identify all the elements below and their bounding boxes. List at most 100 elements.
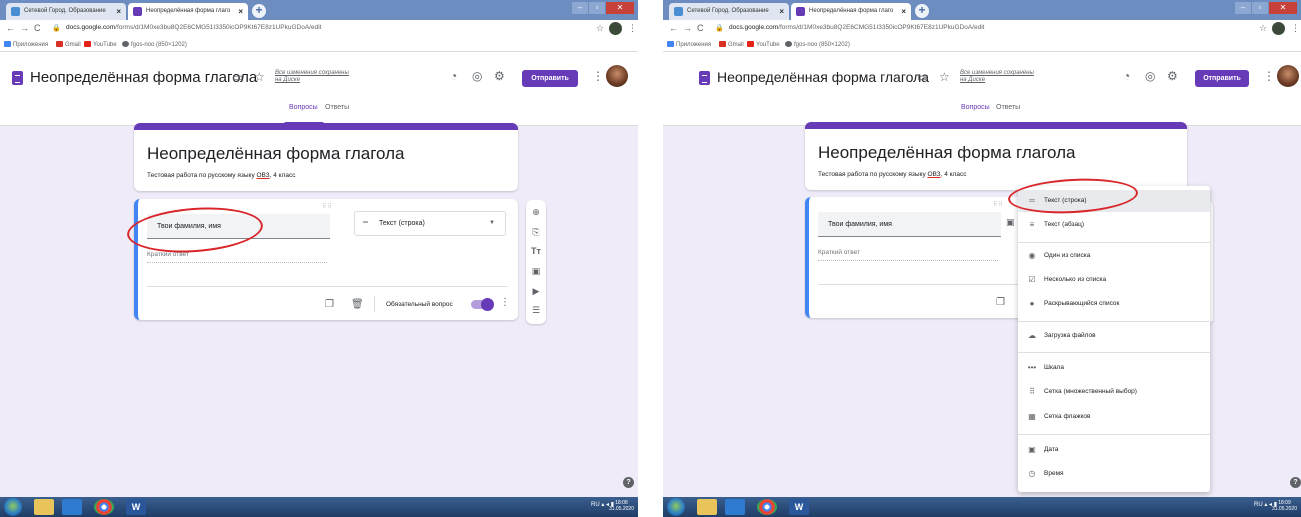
menu-item-paragraph[interactable]: ≡ Текст (абзац) (1018, 214, 1210, 236)
doc-title[interactable]: Неопределённая форма глагола (30, 69, 257, 86)
trash-icon[interactable]: 🗑 (351, 299, 364, 310)
avatar[interactable] (606, 65, 628, 87)
required-toggle[interactable] (471, 298, 494, 311)
form-description[interactable]: Тестовая работа по русскому языку ОВЗ, 4… (818, 171, 966, 178)
doc-title[interactable]: Неопределённая форма глагола (717, 69, 929, 85)
question-type-select[interactable]: ═ Текст (строка) ▼ (354, 211, 506, 236)
folder-icon[interactable]: ▭ (917, 70, 928, 84)
profile-icon[interactable] (609, 22, 622, 35)
bookmark-youtube[interactable]: YouTube (747, 41, 780, 48)
close-window-icon[interactable]: ✕ (1269, 2, 1297, 14)
browser-tab-forms[interactable]: Неопределённая форма глаго × (128, 3, 248, 20)
send-button[interactable]: Отправить (1195, 70, 1249, 87)
question-more-icon[interactable]: ⋮ (500, 297, 510, 308)
add-title-icon[interactable]: Tт (526, 246, 546, 256)
start-button-icon[interactable] (4, 498, 22, 516)
explorer-icon[interactable] (34, 499, 54, 515)
tab-answers[interactable]: Ответы (325, 104, 349, 111)
star-icon[interactable]: ☆ (254, 70, 265, 84)
bookmark-fgos[interactable]: fgos-noo (850×1202) (785, 41, 850, 48)
form-title[interactable]: Неопределённая форма глагола (818, 143, 1076, 163)
add-section-icon[interactable]: ☰ (526, 305, 546, 316)
menu-item-date[interactable]: ▣ Дата (1018, 439, 1210, 461)
drag-handle-icon[interactable]: ⠿⠿ (993, 201, 1004, 208)
help-icon[interactable]: ? (1290, 477, 1301, 488)
bookmark-star-icon[interactable]: ☆ (596, 23, 604, 34)
menu-item-dropdown[interactable]: ● Раскрывающийся список (1018, 293, 1210, 315)
browser-menu-icon[interactable]: ⋮ (628, 23, 637, 34)
minimize-icon[interactable]: – (572, 2, 588, 14)
minimize-icon[interactable]: – (1235, 2, 1251, 14)
new-tab-button[interactable]: + (915, 4, 929, 18)
preview-eye-icon[interactable]: ◎ (472, 69, 482, 83)
menu-item-checkboxes[interactable]: ☑ Несколько из списка (1018, 269, 1210, 291)
menu-item-time[interactable]: ◷ Время (1018, 463, 1210, 485)
bookmark-fgos[interactable]: fgos-noo (850×1202) (122, 41, 187, 48)
settings-gear-icon[interactable]: ⚙ (1167, 69, 1178, 83)
word-icon[interactable]: W (789, 499, 809, 515)
start-button-icon[interactable] (667, 498, 685, 516)
tab-answers[interactable]: Ответы (996, 104, 1020, 111)
close-tab-icon[interactable]: × (901, 3, 906, 20)
question-title-field[interactable]: Твои фамилия, имя (818, 212, 1001, 237)
palette-icon[interactable]: ◔ (1123, 69, 1130, 83)
close-tab-icon[interactable]: × (238, 3, 243, 20)
chrome-icon[interactable] (94, 499, 114, 515)
forward-icon[interactable]: → (683, 23, 692, 33)
forms-logo-icon[interactable] (699, 71, 710, 85)
more-options-icon[interactable]: ⋮ (1263, 69, 1275, 83)
url-text[interactable]: docs.google.com/forms/d/1M0xe3bu8Q2E6CMG… (66, 24, 321, 31)
reload-icon[interactable]: C (697, 23, 704, 33)
preview-eye-icon[interactable]: ◎ (1145, 69, 1155, 83)
add-image-icon[interactable]: ▣ (526, 266, 546, 277)
form-description[interactable]: Тестовая работа по русскому языку ОВЗ, 4… (147, 172, 295, 179)
duplicate-icon[interactable]: ❐ (996, 297, 1005, 308)
url-text[interactable]: docs.google.com/forms/d/1M0xe3bu8Q2E6CMG… (729, 24, 984, 31)
form-title-card[interactable]: Неопределённая форма глагола Тестовая ра… (805, 122, 1187, 190)
help-icon[interactable]: ? (623, 477, 634, 488)
explorer-icon[interactable] (697, 499, 717, 515)
add-image-icon[interactable]: ▣ (1006, 217, 1015, 228)
avatar[interactable] (1277, 65, 1299, 87)
browser-tab-forms[interactable]: Неопределённая форма глаго × (791, 3, 911, 20)
settings-gear-icon[interactable]: ⚙ (494, 69, 505, 83)
reload-icon[interactable]: C (34, 23, 41, 33)
back-icon[interactable]: ← (669, 23, 678, 33)
drag-handle-icon[interactable]: ⠿⠿ (322, 203, 333, 210)
form-title[interactable]: Неопределённая форма глагола (147, 144, 405, 164)
maximize-icon[interactable]: ▫ (589, 2, 605, 14)
send-button[interactable]: Отправить (522, 70, 578, 87)
bookmark-apps[interactable]: Приложения (667, 41, 711, 48)
maximize-icon[interactable]: ▫ (1252, 2, 1268, 14)
forward-icon[interactable]: → (20, 23, 29, 33)
bookmark-gmail[interactable]: Gmail (56, 41, 81, 48)
media-player-icon[interactable] (725, 499, 745, 515)
forms-logo-icon[interactable] (12, 71, 23, 85)
browser-tab-setevoy-gorod[interactable]: Сетевой Город. Образование × (6, 3, 126, 20)
browser-menu-icon[interactable]: ⋮ (1291, 23, 1300, 34)
menu-item-checkbox-grid[interactable]: ▦ Сетка флажков (1018, 406, 1210, 428)
bookmark-gmail[interactable]: Gmail (719, 41, 744, 48)
more-options-icon[interactable]: ⋮ (592, 69, 604, 83)
import-questions-icon[interactable]: ⎘ (526, 227, 546, 238)
bookmark-apps[interactable]: Приложения (4, 41, 48, 48)
chrome-icon[interactable] (757, 499, 777, 515)
media-player-icon[interactable] (62, 499, 82, 515)
add-question-icon[interactable]: ⊕ (526, 207, 546, 218)
add-video-icon[interactable]: ▶ (526, 286, 546, 297)
duplicate-icon[interactable]: ❐ (325, 299, 334, 310)
word-icon[interactable]: W (126, 499, 146, 515)
close-window-icon[interactable]: ✕ (606, 2, 634, 14)
bookmark-youtube[interactable]: YouTube (84, 41, 117, 48)
back-icon[interactable]: ← (6, 23, 15, 33)
menu-item-multiple-choice-grid[interactable]: ⠿ Сетка (множественный выбор) (1018, 381, 1210, 403)
palette-icon[interactable]: ◔ (450, 69, 457, 83)
new-tab-button[interactable]: + (252, 4, 266, 18)
menu-item-file-upload[interactable]: ☁ Загрузка файлов (1018, 325, 1210, 347)
form-title-card[interactable]: Неопределённая форма глагола Тестовая ра… (134, 123, 518, 191)
bookmark-star-icon[interactable]: ☆ (1259, 23, 1267, 34)
menu-item-multiple-choice[interactable]: ◉ Один из списка (1018, 245, 1210, 267)
close-tab-icon[interactable]: × (116, 3, 121, 20)
menu-item-linear-scale[interactable]: ••• Шкала (1018, 357, 1210, 379)
star-icon[interactable]: ☆ (939, 70, 950, 84)
